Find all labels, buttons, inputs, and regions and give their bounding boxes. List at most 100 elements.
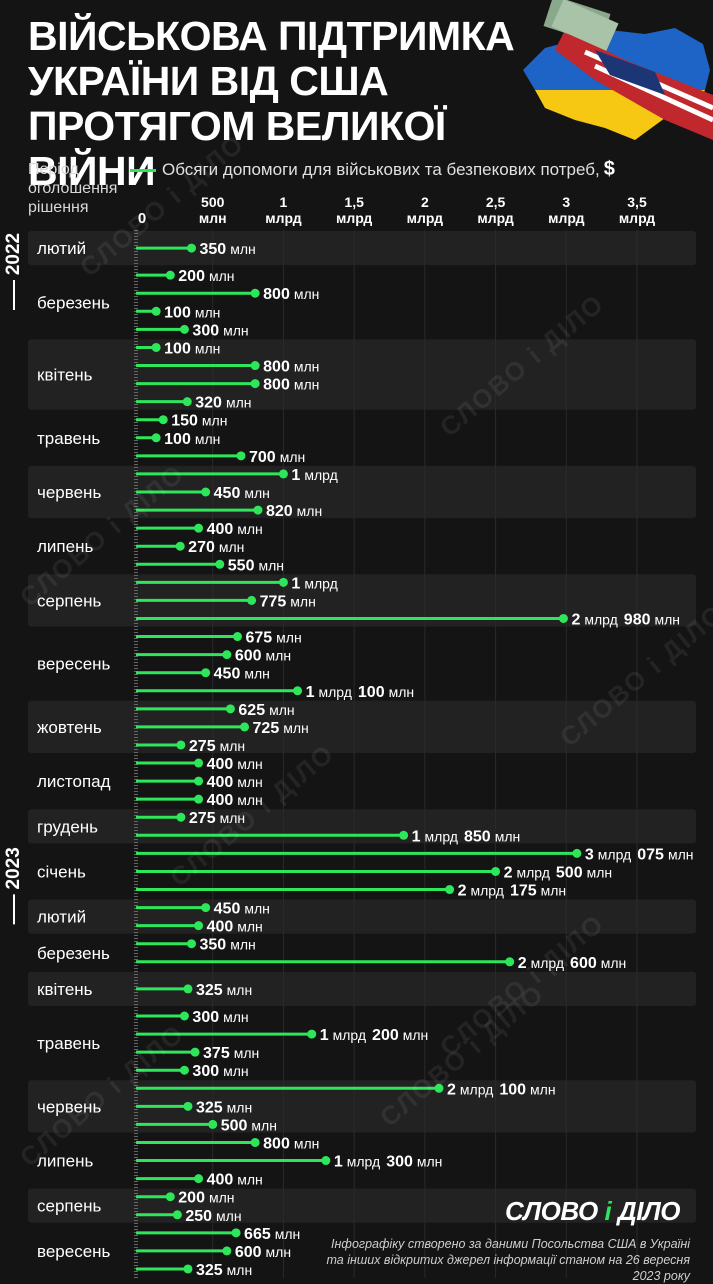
bar-end-dot: [491, 866, 501, 876]
month-label: листопад: [37, 772, 111, 791]
value-label: 550 млн: [228, 557, 284, 574]
month-label: травень: [37, 429, 100, 448]
bar-end-dot: [182, 397, 192, 407]
bar-end-dot: [250, 361, 260, 371]
value-label: 1 млрд: [291, 467, 337, 484]
bar-end-dot: [250, 288, 260, 298]
month-label: травень: [37, 1034, 100, 1053]
bar-end-dot: [194, 1174, 204, 1184]
x-tick-label: 3,5: [627, 194, 647, 210]
value-label: 300 млн: [192, 1009, 248, 1026]
bar-end-dot: [187, 939, 196, 949]
month-label: січень: [37, 862, 86, 881]
bar-end-dot: [183, 1101, 193, 1111]
month-label: червень: [37, 483, 101, 502]
x-tick-label: 1,5: [344, 194, 364, 210]
bar-end-dot: [215, 559, 225, 569]
bar-end-dot: [445, 885, 455, 895]
bar-end-dot: [201, 903, 211, 913]
value-label: 270 млн: [188, 539, 244, 556]
month-band: [28, 809, 696, 844]
bar-end-dot: [232, 632, 242, 642]
bar-end-dot: [250, 379, 260, 389]
x-tick-unit: млрд: [265, 210, 301, 226]
bar-end-dot: [190, 1047, 200, 1057]
value-label: 375 млн: [203, 1045, 259, 1062]
bar-end-dot: [165, 1192, 175, 1202]
bar-end-dot: [247, 595, 257, 605]
value-label: 2 млрд 500 млн: [504, 864, 613, 881]
month-label: вересень: [37, 1242, 111, 1261]
month-label: грудень: [37, 817, 98, 836]
value-label: 450 млн: [214, 666, 270, 683]
x-tick-unit: млрд: [407, 210, 443, 226]
x-tick-label: 3: [562, 194, 570, 210]
x-tick-label: 2: [421, 194, 429, 210]
x-tick-label: 2,5: [486, 194, 506, 210]
x-tick-unit: млрд: [336, 210, 372, 226]
bar-end-dot: [505, 957, 515, 967]
month-label: жовтень: [37, 718, 102, 737]
value-label: 3 млрд 075 млн: [585, 846, 694, 863]
bar-end-dot: [151, 342, 161, 352]
bar-end-dot: [278, 577, 288, 587]
bar-end-dot: [307, 1029, 317, 1039]
value-label: 1 млрд: [291, 575, 337, 592]
bar-end-dot: [240, 722, 250, 732]
value-label: 350 млн: [200, 937, 256, 954]
bar-end-dot: [194, 523, 204, 533]
bar-end-dot: [176, 812, 186, 822]
value-label: 400 млн: [207, 1172, 263, 1189]
value-label: 100 млн: [164, 304, 220, 321]
x-tick-unit: млрд: [619, 210, 655, 226]
bar-end-dot: [179, 1065, 189, 1075]
month-label: березень: [37, 944, 110, 963]
value-label: 1 млрд 850 млн: [412, 828, 521, 845]
bar-end-dot: [183, 984, 193, 994]
value-label: 600 млн: [235, 1244, 291, 1261]
bar-end-dot: [558, 613, 568, 623]
value-label: 300 млн: [192, 1063, 248, 1080]
bar-end-dot: [179, 324, 189, 334]
bar-end-dot: [194, 921, 204, 931]
month-label: березень: [37, 293, 110, 312]
value-label: 2 млрд 175 млн: [458, 883, 567, 900]
month-label: серпень: [37, 1197, 101, 1216]
bar-end-dot: [236, 451, 246, 461]
value-label: 665 млн: [244, 1226, 300, 1243]
source-note: Інфографіку створено за даними Посольств…: [326, 1237, 690, 1283]
bar-end-dot: [165, 270, 175, 280]
month-band: [28, 971, 696, 1006]
x-tick-label: 1: [280, 194, 288, 210]
x-tick-unit: млн: [199, 210, 227, 226]
bar-end-dot: [201, 487, 211, 497]
month-label: квітень: [37, 366, 93, 385]
bar-end-dot: [321, 1156, 331, 1166]
year-label: 2023: [3, 847, 24, 889]
bar-end-dot: [194, 794, 204, 804]
x-tick-unit: млрд: [477, 210, 513, 226]
bar-end-dot: [187, 243, 196, 253]
bar-end-dot: [175, 541, 185, 551]
bar-end-dot: [201, 668, 211, 678]
bar-end-dot: [253, 505, 263, 515]
bar-end-dot: [158, 415, 168, 425]
bar-end-dot: [172, 1210, 182, 1220]
bar-end-dot: [278, 469, 288, 479]
bar-end-dot: [194, 776, 204, 786]
bar-end-dot: [399, 830, 409, 840]
bar-end-dot: [222, 650, 232, 660]
bar-end-dot: [231, 1228, 241, 1238]
month-label: лютий: [37, 908, 86, 927]
bar-end-dot: [179, 1011, 189, 1021]
bar-end-dot: [222, 1246, 232, 1256]
value-label: 700 млн: [249, 449, 305, 466]
value-label: 400 млн: [207, 521, 263, 538]
value-label: 400 млн: [207, 756, 263, 773]
value-label: 800 млн: [263, 286, 319, 303]
value-label: 325 млн: [196, 1262, 252, 1279]
value-label: 100 млн: [164, 431, 220, 448]
value-label: 2 млрд 980 млн: [571, 611, 680, 628]
value-label: 150 млн: [171, 413, 227, 430]
x-tick-label: 500: [201, 194, 225, 210]
